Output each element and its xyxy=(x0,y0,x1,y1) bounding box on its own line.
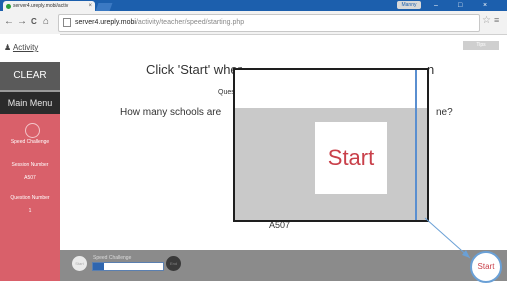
home-icon[interactable]: ⌂ xyxy=(43,13,49,31)
speed-challenge-icon xyxy=(25,123,40,138)
url-host: server4.ureply.mobi xyxy=(75,19,136,26)
session-number-value: A507 xyxy=(24,175,36,181)
main-menu-button[interactable]: Main Menu xyxy=(0,92,60,114)
maximize-icon[interactable]: □ xyxy=(458,1,462,10)
question-number-label: Question Number xyxy=(10,195,50,201)
browser-tab[interactable]: server4.ureply.mobi/activ × xyxy=(3,1,95,11)
question-text-tail: ne? xyxy=(436,107,453,118)
tips-tab[interactable]: Tips xyxy=(463,41,499,50)
session-number-label: Session Number xyxy=(11,162,49,168)
clear-button[interactable]: CLEAR xyxy=(0,62,60,90)
start-button[interactable]: Start xyxy=(470,251,502,283)
favicon-icon xyxy=(6,3,11,9)
zoom-edge xyxy=(415,70,417,220)
progress-label: Speed Challenge xyxy=(93,255,132,261)
zoom-callout: Start xyxy=(233,68,429,222)
zoom-start-button[interactable]: Start xyxy=(315,122,387,194)
start-marker: Start xyxy=(72,256,87,271)
forward-arrow-icon[interactable]: → xyxy=(17,13,27,31)
activity-button[interactable]: ♟ Activity xyxy=(4,40,56,56)
url-path: /activity/teacher/speed/starting.php xyxy=(135,19,245,26)
reload-icon[interactable]: C xyxy=(31,13,37,31)
back-arrow-icon[interactable]: ← xyxy=(4,13,14,31)
activity-label: Activity xyxy=(12,43,39,52)
page-icon xyxy=(63,17,71,27)
progress-fill xyxy=(93,263,104,270)
new-tab-button[interactable] xyxy=(95,3,113,11)
address-bar[interactable]: server4.ureply.mobi/activity/teacher/spe… xyxy=(58,14,480,32)
person-icon: ♟ xyxy=(4,43,12,52)
end-marker: End xyxy=(166,256,181,271)
tab-title: server4.ureply.mobi/activ xyxy=(13,3,69,9)
question-text: How many schools are xyxy=(120,107,222,118)
question-number-value: 1 xyxy=(28,208,32,214)
minimize-icon[interactable]: – xyxy=(434,1,438,10)
instruction-text: Click 'Start' wher xyxy=(146,62,242,77)
menu-icon[interactable]: ≡ xyxy=(494,15,499,25)
user-badge[interactable]: Manny xyxy=(397,1,421,9)
close-window-icon[interactable]: × xyxy=(483,1,487,10)
bookmark-star-icon[interactable]: ☆ xyxy=(482,15,491,26)
speed-challenge-label: Speed Challenge xyxy=(10,139,50,145)
tab-close-icon[interactable]: × xyxy=(88,3,92,9)
